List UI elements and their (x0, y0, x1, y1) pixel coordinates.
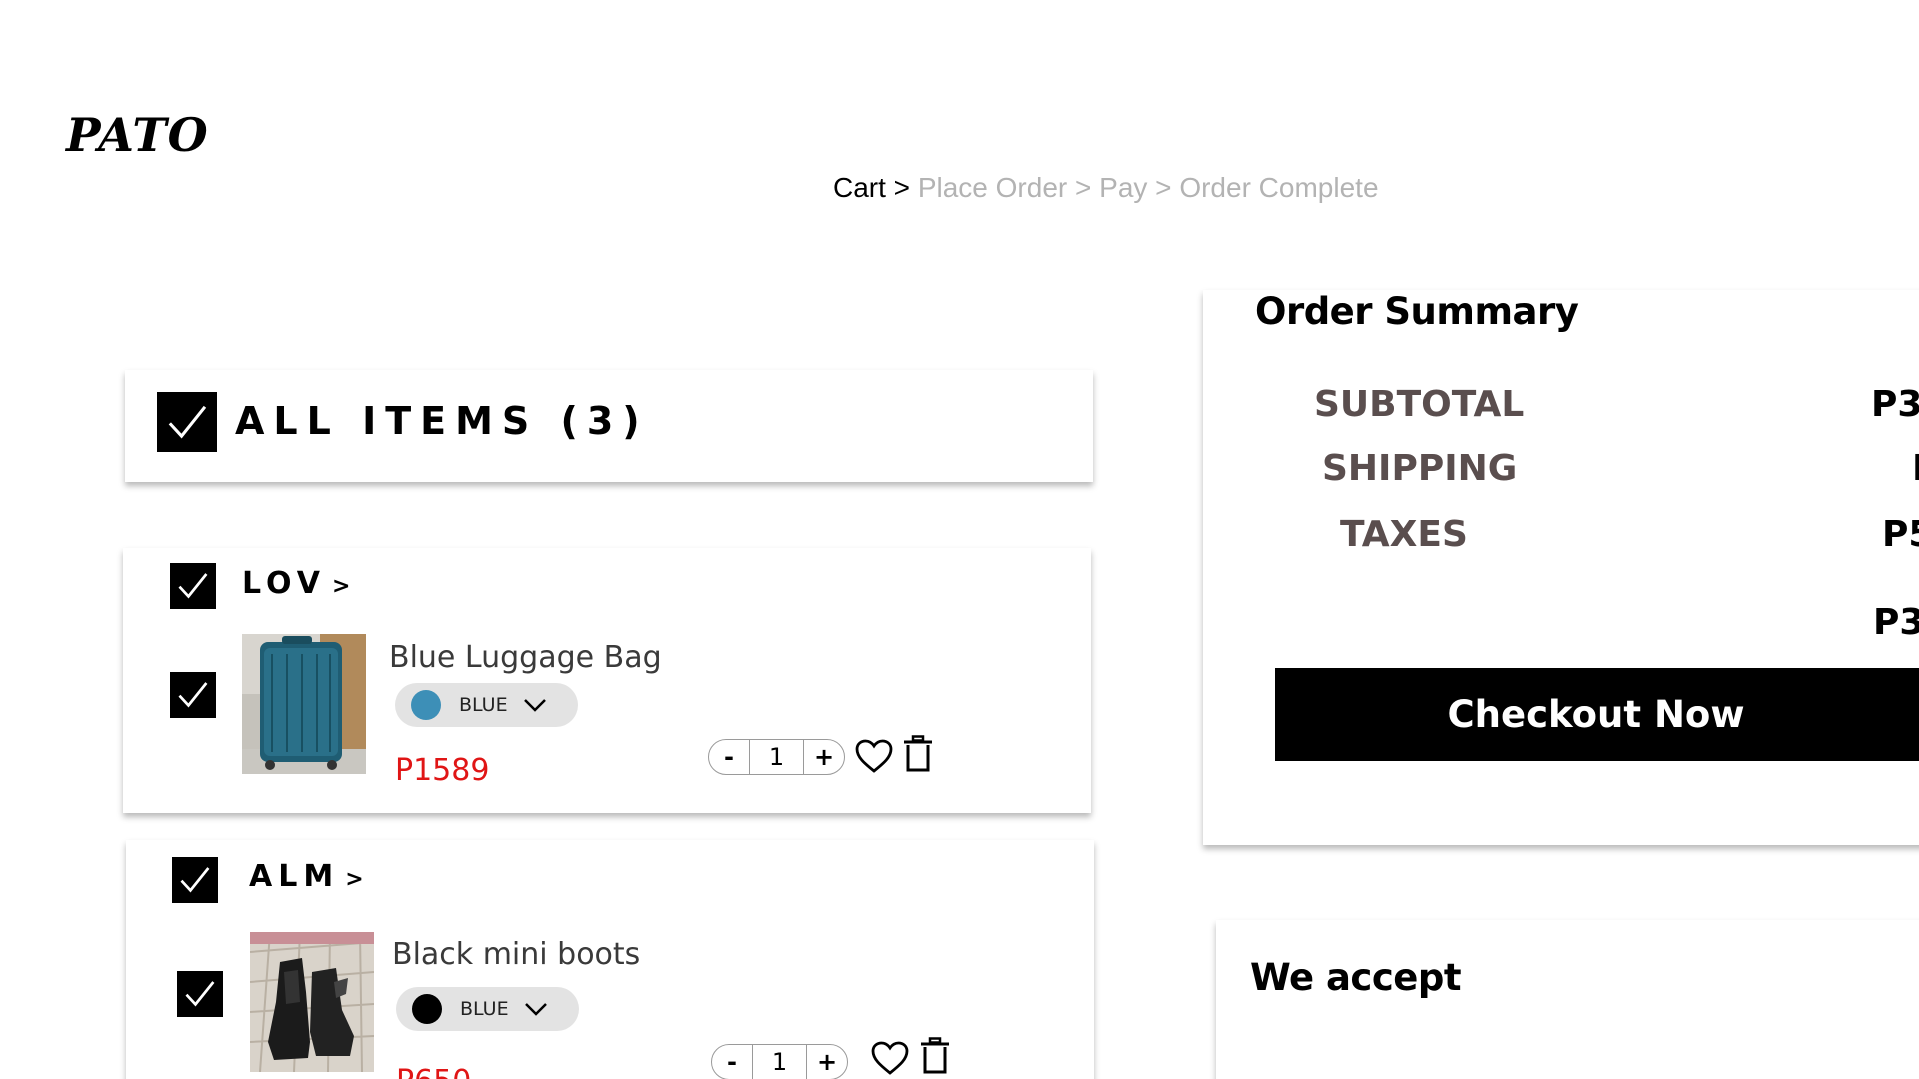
heart-icon[interactable] (854, 738, 894, 774)
all-items-label: ALL ITEMS (3) (235, 399, 649, 443)
product-name[interactable]: Black mini boots (392, 937, 640, 972)
breadcrumb-step-place-order: Place Order (917, 172, 1068, 203)
checkmark-icon (180, 867, 210, 893)
subtotal-label: SUBTOTAL (1314, 384, 1525, 425)
shop-card: LOV > Blue Luggage Bag BLUE P1589 - 1 + (123, 548, 1091, 813)
checkmark-icon (178, 573, 208, 599)
variant-color-swatch (411, 690, 441, 720)
chevron-down-icon (524, 1003, 547, 1016)
luggage-photo (242, 634, 366, 774)
checkmark-icon (168, 405, 206, 439)
shop-checkbox[interactable] (170, 563, 216, 609)
heart-icon[interactable] (870, 1040, 910, 1076)
item-checkbox[interactable] (177, 971, 223, 1017)
quantity-stepper: - 1 + (711, 1044, 848, 1079)
increase-quantity-button[interactable]: + (804, 740, 844, 774)
chevron-down-icon (523, 699, 546, 712)
quantity-value[interactable]: 1 (752, 1045, 807, 1079)
shop-checkbox[interactable] (172, 857, 218, 903)
breadcrumb-separator: > (1147, 172, 1180, 203)
checkout-breadcrumb: Cart > Place Order > Pay > Order Complet… (833, 172, 1379, 204)
breadcrumb-step-order-complete: Order Complete (1179, 172, 1379, 203)
breadcrumb-step-cart: Cart (833, 172, 886, 203)
shop-name: LOV (242, 566, 326, 601)
payment-methods-card: We accept (1216, 920, 1919, 1079)
shipping-label: SHIPPING (1322, 448, 1518, 489)
shop-chevron: > (345, 867, 364, 892)
order-summary-card: Order Summary SUBTOTAL SHIPPING TAXES P3… (1203, 290, 1919, 845)
subtotal-value: P3 (1871, 384, 1919, 425)
quantity-value[interactable]: 1 (749, 740, 804, 774)
breadcrumb-step-pay: Pay (1099, 172, 1148, 203)
decrease-quantity-button[interactable]: - (709, 740, 749, 774)
increase-quantity-button[interactable]: + (807, 1045, 847, 1079)
taxes-value: P5 (1882, 514, 1919, 555)
we-accept-title: We accept (1250, 956, 1462, 999)
select-all-checkbox[interactable] (157, 392, 217, 452)
item-checkbox[interactable] (170, 672, 216, 718)
variant-selector[interactable]: BLUE (396, 987, 579, 1031)
taxes-label: TAXES (1340, 514, 1468, 555)
all-items-card: ALL ITEMS (3) (125, 370, 1093, 482)
variant-color-swatch (412, 994, 442, 1024)
product-price: P1589 (395, 753, 490, 788)
product-price: P650 (396, 1064, 471, 1079)
variant-label: BLUE (459, 694, 508, 716)
checkmark-icon (185, 981, 215, 1007)
product-name[interactable]: Blue Luggage Bag (389, 640, 662, 675)
product-image[interactable] (250, 932, 374, 1072)
shop-chevron: > (331, 574, 351, 599)
breadcrumb-separator: > (885, 172, 918, 203)
brand-logo[interactable]: PATO (66, 108, 209, 162)
variant-label: BLUE (460, 998, 509, 1020)
shop-name: ALM (249, 859, 340, 894)
total-value: P3 (1873, 602, 1919, 643)
trash-icon[interactable] (903, 735, 933, 773)
breadcrumb-separator: > (1067, 172, 1100, 203)
boots-photo (250, 932, 374, 1072)
checkout-now-button[interactable]: Checkout Now (1275, 668, 1919, 761)
shop-card: ALM> Black mini boots BLUE P650 - 1 + (126, 840, 1094, 1079)
variant-selector[interactable]: BLUE (395, 683, 578, 727)
product-image[interactable] (242, 634, 366, 774)
shipping-value: I (1912, 448, 1919, 489)
shop-name-link[interactable]: LOV > (242, 566, 350, 601)
decrease-quantity-button[interactable]: - (712, 1045, 752, 1079)
order-summary-title: Order Summary (1255, 290, 1579, 333)
checkmark-icon (178, 682, 208, 708)
quantity-stepper: - 1 + (708, 739, 845, 775)
shop-name-link[interactable]: ALM > (249, 859, 364, 894)
trash-icon[interactable] (920, 1037, 950, 1075)
